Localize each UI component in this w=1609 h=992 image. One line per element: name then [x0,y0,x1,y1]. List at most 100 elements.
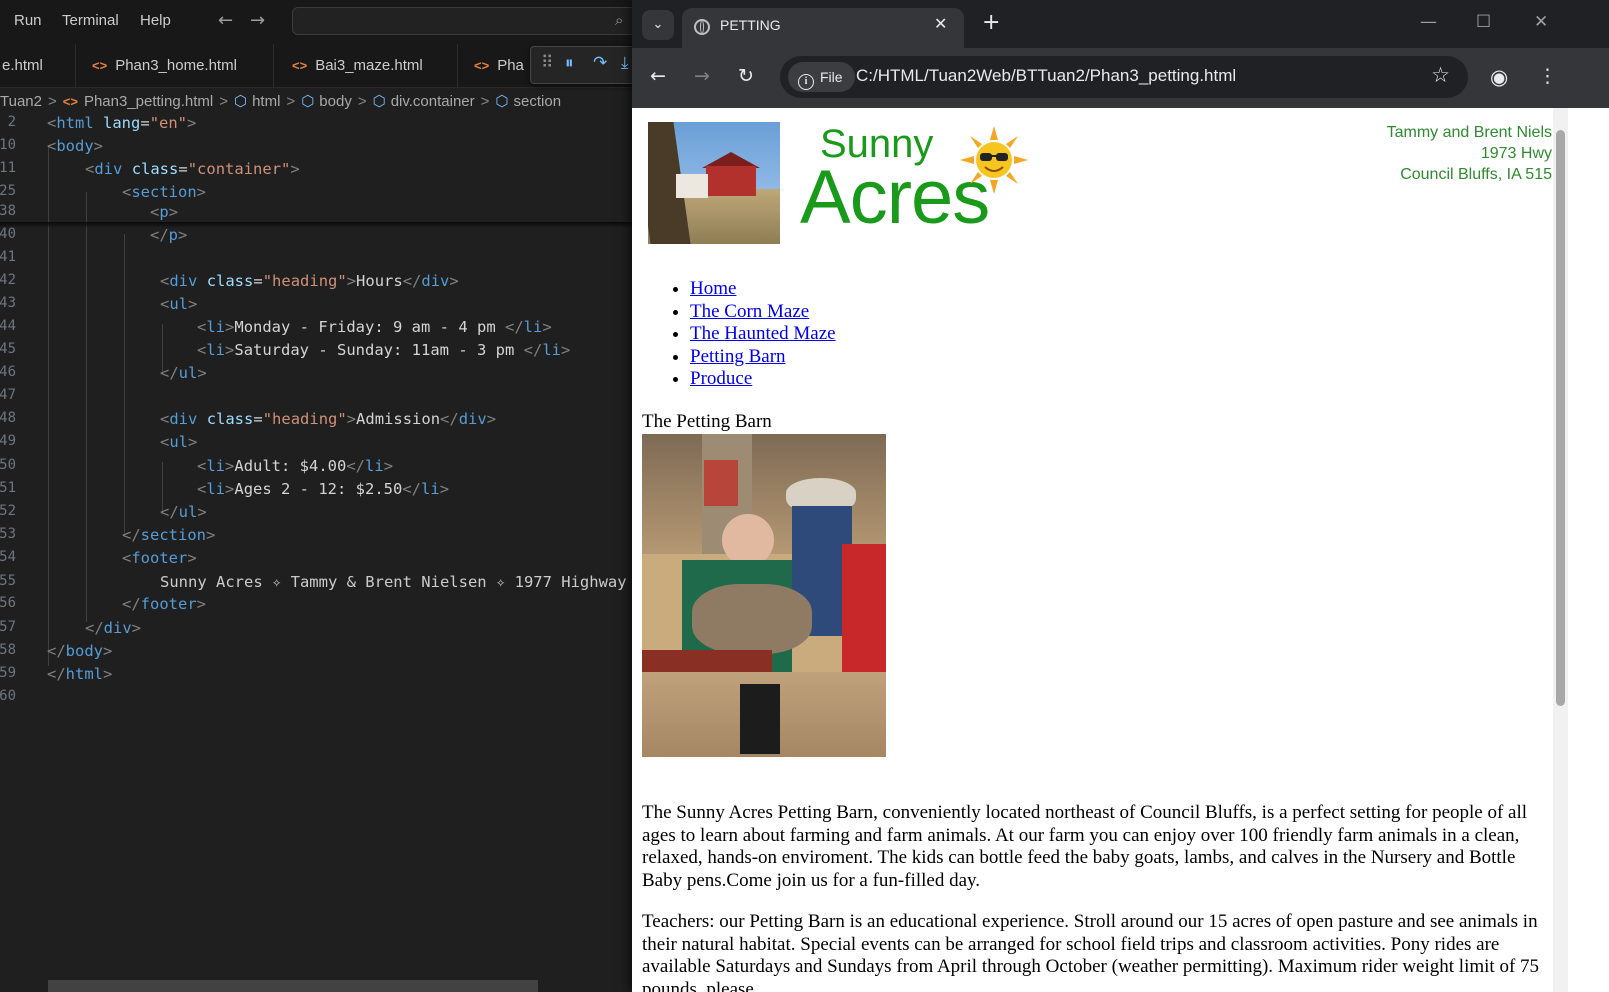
nav-link-corn-maze[interactable]: The Corn Maze [690,301,809,322]
indent-guide [124,234,125,534]
forward-icon[interactable]: → [694,65,710,87]
scrollbar-thumb[interactable] [1556,130,1565,706]
page-vertical-scrollbar[interactable] [1553,108,1568,992]
line-number: 50 [0,457,16,473]
tab-bai3-maze[interactable]: <> Bai3_maze.html [274,44,458,87]
house-shape [676,174,708,198]
info-icon: i [798,74,814,90]
close-window-icon[interactable]: ✕ [1534,12,1548,32]
symbol-cube-icon: ⬡ [372,93,386,110]
html-file-icon: <> [292,58,308,73]
code-line-footer-text: Sunny Acres ✧ Tammy & Brent Nielsen ✧ 19… [160,573,627,591]
nav-link-home[interactable]: Home [690,278,736,299]
breadcrumb-symbol-container[interactable]: div.container [391,93,475,110]
back-icon[interactable]: ← [650,65,666,87]
breadcrumb: Tuan2 > <> Phan3_petting.html > ⬡ html > ⬡ body > ⬡… [0,89,660,115]
address-bar[interactable]: i File C:/HTML/Tuan2Web/BTTuan2/Phan3_pet… [780,56,1468,98]
sun-icon [960,126,1028,194]
chevron-right-icon: > [480,93,490,110]
site-info-chip[interactable]: i File [788,62,855,92]
line-number: 49 [0,433,16,449]
step-over-icon[interactable]: ↷ [593,53,607,73]
menu-terminal[interactable]: Terminal [62,12,119,29]
menu-bar: Run Terminal Help ← → ⌕ Tu [0,0,660,44]
line-number: 25 [0,183,16,199]
chevron-right-icon: > [219,93,228,110]
indent-guide [86,192,87,622]
code-line: <li>Adult: $4.00</li> [197,457,394,475]
code-line: <ul> [160,295,198,313]
close-icon[interactable]: ✕ [934,14,947,33]
tab-search-button[interactable]: ⌄ [642,10,674,40]
line-number: 59 [0,665,16,681]
line-number: 60 [0,688,16,704]
photo-bench [642,650,772,672]
nav-link-haunted-maze[interactable]: The Haunted Maze [690,323,836,344]
code-line: <footer> [122,549,197,567]
line-number: 55 [0,573,16,589]
minimize-icon[interactable]: — [1420,12,1437,32]
breadcrumb-symbol-body[interactable]: body [319,93,352,110]
line-number: 10 [0,137,16,153]
breadcrumb-symbol-section[interactable]: section [514,93,562,110]
petting-barn-photo [642,434,886,757]
step-into-icon[interactable]: ⤓ [621,53,629,73]
line-number: 56 [0,595,16,611]
bookmark-star-icon[interactable]: ☆ [1431,63,1450,87]
breadcrumb-symbol-html[interactable]: html [252,93,280,110]
code-line: <html lang="en"> [47,114,197,132]
forward-arrow-icon[interactable]: → [250,10,265,31]
line-number: 11 [0,160,16,176]
code-editor[interactable]: 2 <html lang="en"> 10 <body> 11 <div cla… [0,114,660,914]
search-icon: ⌕ [615,11,624,29]
globe-icon [694,19,710,35]
code-line: </ul> [160,364,207,382]
page-viewport[interactable]: Sunny Acres Tammy and Brent Niels 1973 H… [632,108,1553,992]
line-number: 45 [0,341,16,357]
line-number: 51 [0,480,16,496]
tab-e-html[interactable]: e.html [0,44,76,87]
line-number: 46 [0,364,16,380]
line-number: 40 [0,226,16,242]
code-line: </html> [47,665,113,683]
symbol-cube-icon: ⬡ [233,93,248,110]
new-tab-button[interactable]: + [982,10,1000,35]
profile-icon[interactable]: ◉ [1490,65,1508,89]
menu-kebab-icon[interactable]: ⋮ [1538,65,1557,87]
browser-tab-petting[interactable]: PETTING ✕ [682,8,964,48]
html-file-icon: <> [62,94,78,109]
drag-handle-icon[interactable]: ⠿ [541,53,553,73]
menu-help[interactable]: Help [140,12,171,29]
breadcrumb-file[interactable]: Phan3_petting.html [84,93,213,110]
back-arrow-icon[interactable]: ← [218,10,233,31]
chevron-right-icon: > [357,93,367,110]
chevron-right-icon: > [286,93,296,110]
nav-item: Produce [690,368,836,391]
address-line: Council Bluffs, IA 515 [1400,166,1552,183]
pause-icon[interactable]: ⏸ [565,53,574,73]
tab-phan3-home[interactable]: <> Phan3_home.html [76,44,274,87]
sticky-scroll-shadow [0,222,660,228]
logo-farm-photo [648,122,780,244]
chevron-down-icon: ⌄ [652,17,664,32]
maximize-icon[interactable]: ☐ [1476,12,1491,32]
horizontal-scrollbar[interactable] [48,980,538,992]
tab-label: Phan3_home.html [115,57,237,74]
line-number: 52 [0,503,16,519]
reload-icon[interactable]: ↻ [738,65,754,87]
nav-link-petting-barn[interactable]: Petting Barn [690,346,786,367]
breadcrumb-folder[interactable]: Tuan2 [0,93,42,110]
address-line: Tammy and Brent Niels [1386,124,1552,141]
url-text[interactable]: C:/HTML/Tuan2Web/BTTuan2/Phan3_petting.h… [856,66,1236,86]
code-line: </body> [47,642,113,660]
symbol-cube-icon: ⬡ [301,93,315,110]
nav-item: Home [690,278,836,301]
line-number: 43 [0,295,16,311]
nav-item: The Haunted Maze [690,323,836,346]
command-center[interactable]: ⌕ Tu [292,7,660,35]
line-number: 41 [0,249,16,265]
nav-link-produce[interactable]: Produce [690,368,752,389]
menu-run[interactable]: Run [14,12,42,29]
teachers-paragraph: Teachers: our Petting Barn is an educati… [642,911,1540,992]
tab-title: PETTING [720,17,781,33]
